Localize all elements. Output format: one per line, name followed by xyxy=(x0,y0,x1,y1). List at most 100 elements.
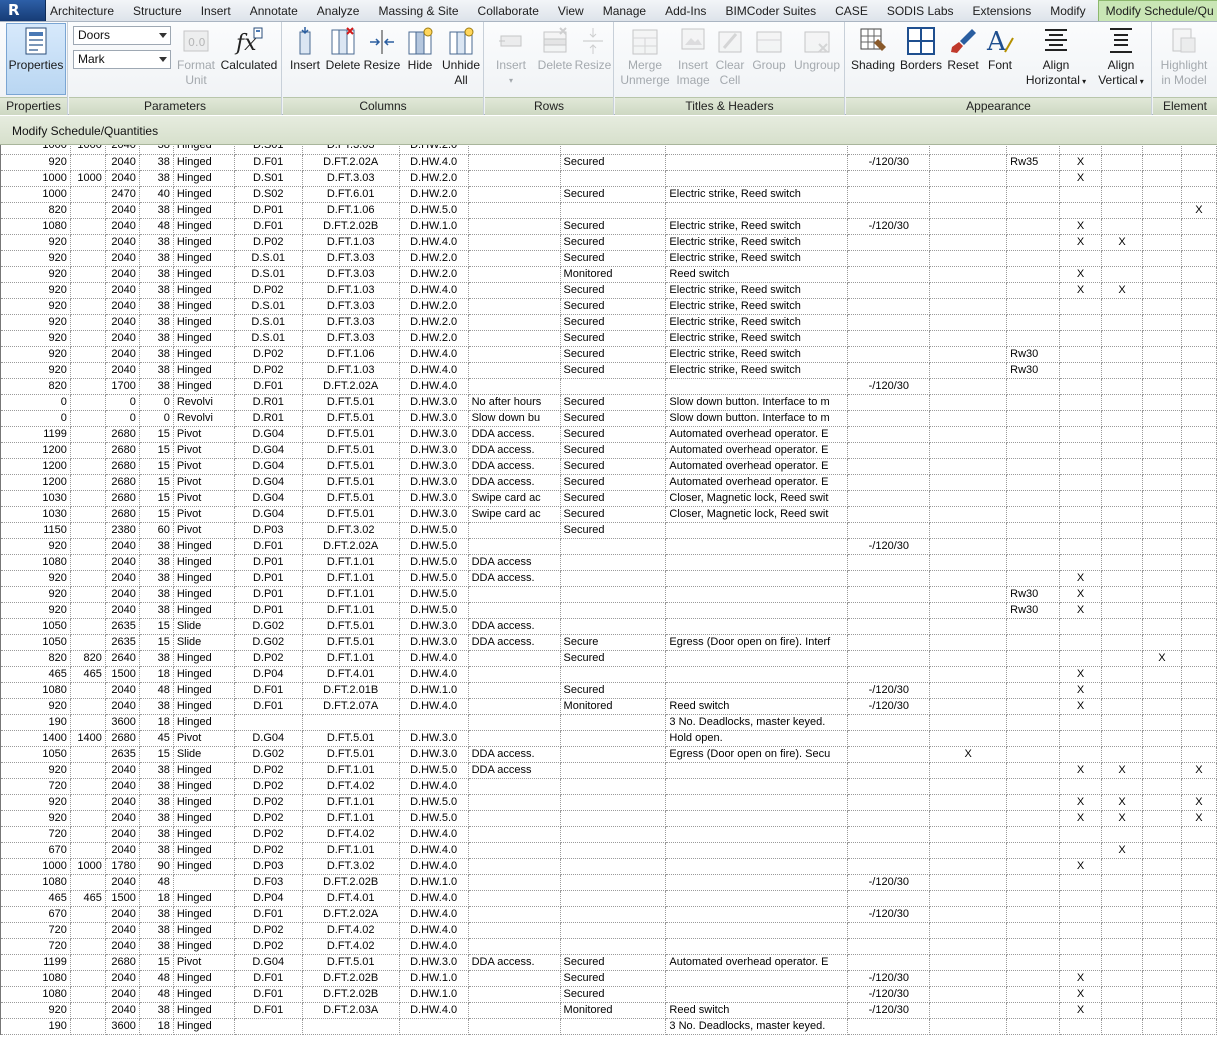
table-cell[interactable]: Automated overhead operator. E xyxy=(665,458,849,475)
table-cell[interactable] xyxy=(1142,506,1182,523)
table-cell[interactable] xyxy=(560,170,667,187)
table-cell[interactable]: 1000 xyxy=(70,145,106,155)
table-cell[interactable] xyxy=(70,778,106,795)
table-cell[interactable] xyxy=(929,650,1008,667)
table-cell[interactable]: D.S.01 xyxy=(234,330,303,347)
table-cell[interactable] xyxy=(560,554,667,571)
table-cell[interactable]: 1700 xyxy=(105,378,140,395)
table-cell[interactable] xyxy=(560,378,667,395)
table-cell[interactable] xyxy=(1142,426,1182,443)
table-cell[interactable]: D.HW.3.0 xyxy=(399,954,469,971)
table-cell[interactable]: D.HW.2.0 xyxy=(399,314,469,331)
table-cell[interactable] xyxy=(1101,906,1143,923)
table-cell[interactable]: Hinged xyxy=(173,282,235,299)
table-cell[interactable] xyxy=(847,522,931,539)
shading-button[interactable]: Shading xyxy=(848,24,898,73)
table-cell[interactable] xyxy=(70,906,106,923)
table-row[interactable]: 920 2040 38 Hinged D.P02 D.FT.1.03 D.HW.4.0 Sec… xyxy=(0,234,1217,251)
table-cell[interactable]: 2040 xyxy=(105,922,140,939)
table-cell[interactable]: D.FT.1.01 xyxy=(302,794,400,811)
table-cell[interactable] xyxy=(1101,874,1143,891)
table-cell[interactable] xyxy=(560,570,667,587)
table-cell[interactable] xyxy=(1006,282,1061,299)
table-cell[interactable]: 0 xyxy=(0,394,71,411)
table-cell[interactable] xyxy=(847,490,931,507)
table-cell[interactable]: D.P02 xyxy=(234,362,303,379)
table-cell[interactable] xyxy=(929,794,1008,811)
table-cell[interactable]: 0 xyxy=(0,410,71,427)
table-cell[interactable]: D.P02 xyxy=(234,762,303,779)
table-row[interactable]: 920 2040 38 Hinged D.S.01 D.FT.3.03 D.HW.2.0 Se… xyxy=(0,250,1217,267)
table-cell[interactable]: 1199 xyxy=(0,426,71,443)
table-cell[interactable] xyxy=(1142,554,1182,571)
table-row[interactable]: 820 2040 38 Hinged D.P01 D.FT.1.06 D.HW.5.0 X xyxy=(0,202,1217,219)
table-cell[interactable]: 38 xyxy=(139,938,174,955)
table-cell[interactable]: Hinged xyxy=(173,794,235,811)
table-cell[interactable] xyxy=(468,330,561,347)
table-cell[interactable]: 38 xyxy=(139,170,174,187)
table-cell[interactable]: D.FT.5.01 xyxy=(302,954,400,971)
table-cell[interactable] xyxy=(847,145,931,155)
table-cell[interactable] xyxy=(847,458,931,475)
table-cell[interactable]: Secured xyxy=(560,970,667,987)
table-cell[interactable]: Hinged xyxy=(173,250,235,267)
table-cell[interactable] xyxy=(1142,145,1182,155)
table-row[interactable]: 1080 2040 48 Hinged D.F01 D.FT.2.02B D.HW.1.0 S… xyxy=(0,986,1217,1003)
table-cell[interactable]: 38 xyxy=(139,346,174,363)
table-cell[interactable] xyxy=(70,794,106,811)
table-cell[interactable]: -/120/30 xyxy=(847,218,931,235)
table-cell[interactable]: D.F01 xyxy=(234,538,303,555)
table-cell[interactable]: 920 xyxy=(0,810,71,827)
table-cell[interactable]: D.HW.4.0 xyxy=(399,938,469,955)
table-cell[interactable]: Hinged xyxy=(173,538,235,555)
table-row[interactable]: 920 2040 38 Hinged D.F01 D.FT.2.02A D.HW.5.0 -/… xyxy=(0,538,1217,555)
table-cell[interactable]: Electric strike, Reed switch xyxy=(665,362,849,379)
table-cell[interactable]: D.FT.1.01 xyxy=(302,810,400,827)
table-cell[interactable]: 1080 xyxy=(0,218,71,235)
table-cell[interactable]: D.HW.4.0 xyxy=(399,826,469,843)
table-cell[interactable]: 920 xyxy=(0,538,71,555)
table-cell[interactable] xyxy=(1181,538,1217,555)
table-cell[interactable]: 1080 xyxy=(0,554,71,571)
table-cell[interactable]: 2040 xyxy=(105,202,140,219)
table-cell[interactable]: D.F01 xyxy=(234,986,303,1003)
table-cell[interactable] xyxy=(560,666,667,683)
table-cell[interactable] xyxy=(1006,186,1061,203)
table-cell[interactable]: D.HW.5.0 xyxy=(399,554,469,571)
table-cell[interactable]: D.HW.3.0 xyxy=(399,442,469,459)
tab-analyze[interactable]: Analyze xyxy=(317,0,360,21)
table-cell[interactable] xyxy=(1142,490,1182,507)
table-cell[interactable] xyxy=(1142,298,1182,315)
table-cell[interactable] xyxy=(1142,666,1182,683)
table-cell[interactable]: 920 xyxy=(0,698,71,715)
table-cell[interactable] xyxy=(468,250,561,267)
table-cell[interactable]: Secured xyxy=(560,474,667,491)
table-cell[interactable] xyxy=(1142,346,1182,363)
table-cell[interactable]: D.FT.3.03 xyxy=(302,314,400,331)
table-row[interactable]: 1000 2470 40 Hinged D.S02 D.FT.6.01 D.HW.2.0 Se… xyxy=(0,186,1217,203)
insert-image-button[interactable]: Insert Image xyxy=(673,24,713,88)
table-row[interactable]: 1200 2680 15 Pivot D.G04 D.FT.5.01 D.HW.3.0 DDA… xyxy=(0,442,1217,459)
table-cell[interactable] xyxy=(1181,826,1217,843)
table-cell[interactable]: D.G04 xyxy=(234,954,303,971)
table-cell[interactable]: D.FT.2.02B xyxy=(302,218,400,235)
table-cell[interactable]: 190 xyxy=(0,714,71,731)
table-row[interactable]: 1080 2040 48 D.F03 D.FT.2.02B D.HW.1.0 -/120/3… xyxy=(0,874,1217,891)
table-cell[interactable]: D.FT.2.01B xyxy=(302,682,400,699)
table-cell[interactable]: Pivot xyxy=(173,474,235,491)
table-cell[interactable]: 1780 xyxy=(105,858,140,875)
table-cell[interactable] xyxy=(1006,218,1061,235)
table-cell[interactable] xyxy=(70,554,106,571)
table-cell[interactable] xyxy=(847,346,931,363)
table-cell[interactable] xyxy=(847,506,931,523)
table-cell[interactable] xyxy=(1181,282,1217,299)
table-cell[interactable]: D.P04 xyxy=(234,666,303,683)
table-cell[interactable] xyxy=(1181,586,1217,603)
table-cell[interactable]: D.FT.1.03 xyxy=(302,234,400,251)
table-cell[interactable]: 2040 xyxy=(105,282,140,299)
insert-row-button[interactable]: Insert ▾ xyxy=(491,24,531,88)
tab-view[interactable]: View xyxy=(558,0,584,21)
table-cell[interactable]: 1000 xyxy=(0,145,71,155)
table-cell[interactable]: D.FT.3.02 xyxy=(302,858,400,875)
table-cell[interactable]: 38 xyxy=(139,145,174,155)
